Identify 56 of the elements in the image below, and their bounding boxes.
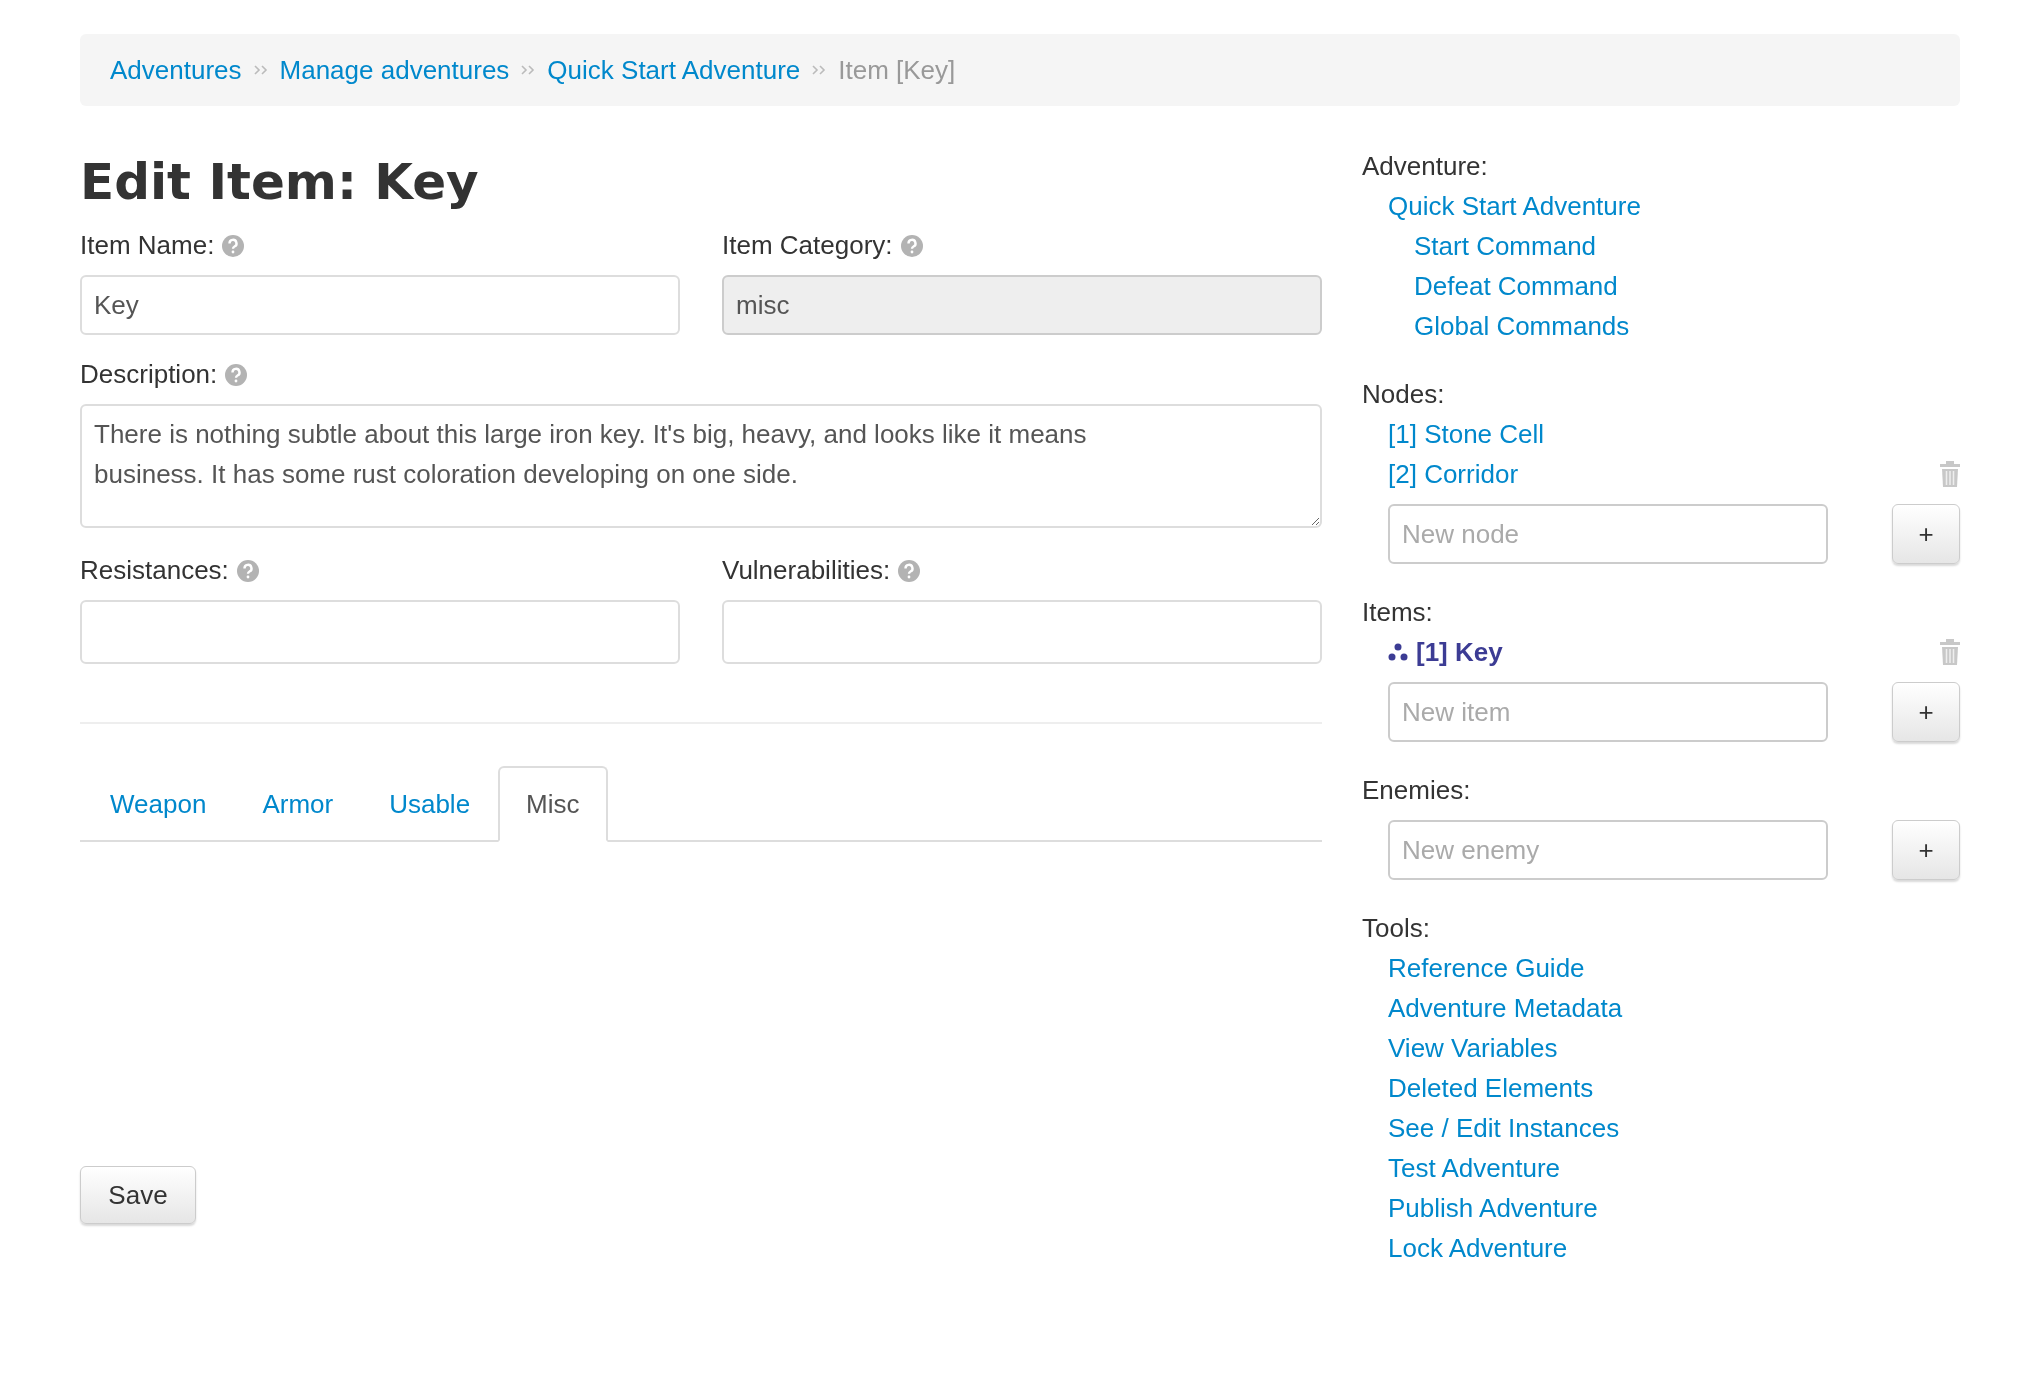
trash-icon[interactable] xyxy=(1940,639,1960,665)
trash-icon[interactable] xyxy=(1940,461,1960,487)
tab[interactable]: Misc xyxy=(498,766,608,842)
section-heading: Tools: xyxy=(1362,912,1431,945)
save-button[interactable]: Save xyxy=(80,1166,196,1224)
section-heading: Nodes: xyxy=(1362,378,1446,411)
section-heading: Enemies: xyxy=(1362,774,1472,807)
sidebar-link[interactable]: [1] Key xyxy=(1416,632,1503,672)
text-field[interactable] xyxy=(722,600,1322,664)
add-button[interactable]: + xyxy=(1892,682,1960,742)
chevron-icon xyxy=(812,65,827,75)
sidebar-link[interactable]: Reference Guide xyxy=(1388,953,1585,983)
sidebar-link[interactable]: Test Adventure xyxy=(1388,1153,1560,1183)
sidebar-link[interactable]: Adventure Metadata xyxy=(1388,993,1623,1023)
sidebar-link[interactable]: [1] Stone Cell xyxy=(1388,414,1545,454)
section-heading: Adventure: xyxy=(1362,150,1489,183)
sidebar-link[interactable]: Publish Adventure xyxy=(1388,1193,1598,1223)
chevron-icon xyxy=(521,65,536,75)
chevron-icon xyxy=(253,65,268,75)
dots-icon xyxy=(1388,643,1408,661)
new-entry-field[interactable]: New node xyxy=(1388,504,1828,564)
help-icon xyxy=(898,559,921,582)
text-field[interactable]: Key xyxy=(80,275,680,335)
help-icon xyxy=(900,234,923,257)
sidebar-link[interactable]: Lock Adventure xyxy=(1388,1233,1568,1263)
sidebar-link[interactable]: Start Command xyxy=(1414,231,1597,261)
breadcrumb-link[interactable]: Adventures xyxy=(110,50,242,90)
tab[interactable]: Armor xyxy=(234,766,362,842)
tab[interactable]: Weapon xyxy=(82,766,235,842)
new-entry-field[interactable]: New enemy xyxy=(1388,820,1828,880)
page-title: Edit Item: Key xyxy=(80,152,480,212)
sidebar-link[interactable]: See / Edit Instances xyxy=(1388,1113,1620,1143)
field-label: Vulnerabilities: xyxy=(722,554,891,587)
new-entry-field[interactable]: New item xyxy=(1388,682,1828,742)
description-field[interactable]: There is nothing subtle about this large iron key. It's big, heavy, and looks like it means business. It has some rust coloration developing on one side. xyxy=(80,404,1322,528)
sidebar-link[interactable]: Quick Start Adventure xyxy=(1388,191,1641,221)
sidebar-link[interactable]: Defeat Command xyxy=(1414,271,1618,301)
sidebar-link[interactable]: View Variables xyxy=(1388,1033,1558,1063)
field-label: Item Category: xyxy=(722,229,893,262)
field-label: Item Name: xyxy=(80,229,215,262)
breadcrumb-link[interactable]: Manage adventures xyxy=(279,50,510,90)
help-icon xyxy=(236,559,259,582)
field-label: Description: xyxy=(80,358,218,391)
sidebar-link[interactable]: Deleted Elements xyxy=(1388,1073,1594,1103)
sidebar-link[interactable]: [2] Corridor xyxy=(1388,454,1519,494)
breadcrumb-link[interactable]: Quick Start Adventure xyxy=(547,50,801,90)
help-icon xyxy=(222,234,245,257)
text-field[interactable] xyxy=(80,600,680,664)
field-label: Resistances: xyxy=(80,554,229,587)
tab[interactable]: Usable xyxy=(361,766,499,842)
add-button[interactable]: + xyxy=(1892,504,1960,564)
sidebar-link[interactable]: Global Commands xyxy=(1414,311,1630,341)
breadcrumb-current: Item [Key] xyxy=(838,53,956,87)
add-button[interactable]: + xyxy=(1892,820,1960,880)
section-heading: Items: xyxy=(1362,596,1434,629)
help-icon xyxy=(225,363,248,386)
